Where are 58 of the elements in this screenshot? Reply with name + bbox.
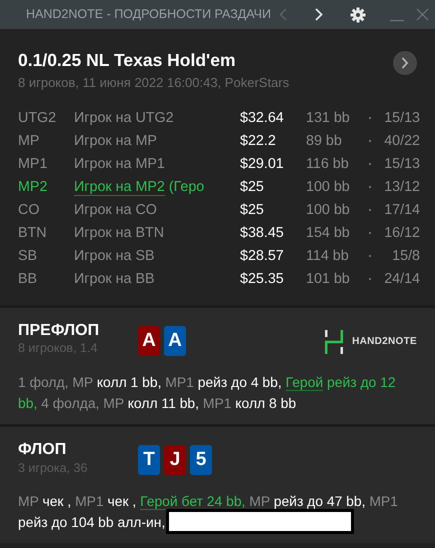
stack-bb: 100 bb <box>306 178 351 197</box>
stack-amount: $29.01 <box>240 154 285 174</box>
player-stats: 16/12 <box>383 224 420 243</box>
stack-bb: 116 bb <box>306 154 350 174</box>
player-stats: 15/13 <box>383 154 420 174</box>
street-name: ПРЕФЛОП <box>18 322 100 340</box>
player-name[interactable]: Игрок на CO <box>74 202 157 218</box>
position-label: SB <box>18 246 38 266</box>
chevron-right-icon <box>401 57 409 69</box>
player-name[interactable]: Игрок на MP2 <box>74 178 165 196</box>
position-label: MP2 <box>18 178 48 197</box>
stack-bb: 100 bb <box>306 200 351 220</box>
settings-icon[interactable] <box>350 6 366 22</box>
next-hand-button[interactable] <box>393 51 417 75</box>
stack-amount: $25 <box>240 178 265 197</box>
stack-amount: $25.35 <box>240 270 285 289</box>
action-log: MP чек , MP1 чек , Герой бет 24 bb, MP рейз до 47 bb, MP1 рейз до 104 bb алл-ин, <box>18 492 399 534</box>
playing-card: A <box>164 326 186 356</box>
player-name[interactable]: Игрок на BB <box>74 270 155 287</box>
position-label: UTG2 <box>18 108 58 128</box>
player-name[interactable]: Игрок на BTN <box>74 224 164 241</box>
player-note: (Геро <box>168 178 204 195</box>
window-title: HAND2NOTE - ПОДРОБНОСТИ РАЗДАЧИ <box>26 6 271 24</box>
player-stats: 15/8 <box>391 246 420 266</box>
stack-amount: $38.45 <box>240 224 285 243</box>
stack-bb: 89 bb <box>306 132 343 151</box>
logo-text: HAND2NOTE <box>352 335 417 350</box>
position-label: BTN <box>18 224 48 243</box>
player-stats: 15/13 <box>383 108 420 128</box>
playing-card: A <box>138 326 160 356</box>
playing-card: J <box>164 445 186 476</box>
playing-card: 5 <box>190 445 212 476</box>
stack-bb: 131 bb <box>306 108 351 128</box>
hand-title: 0.1/0.25 NL Texas Hold'em <box>18 49 237 72</box>
player-stats: 17/14 <box>383 200 420 220</box>
player-stats: 24/14 <box>383 270 420 289</box>
playing-card: T <box>138 445 160 476</box>
player-stats: 40/22 <box>383 132 420 151</box>
position-label: MP <box>18 132 40 151</box>
stack-amount: $25 <box>240 200 265 220</box>
stack-bb: 154 bb <box>306 224 351 243</box>
position-label: CO <box>18 200 40 220</box>
stack-bb: 101 bb <box>306 270 351 289</box>
position-label: MP1 <box>18 154 48 174</box>
stack-amount: $28.57 <box>240 246 285 266</box>
player-name[interactable]: Игрок на MP1 <box>74 156 165 172</box>
player-stats: 13/12 <box>383 178 420 197</box>
stack-bb: 114 bb <box>306 246 350 266</box>
street-name: ФЛОП <box>18 441 68 459</box>
stack-amount: $32.64 <box>240 108 285 128</box>
action-log: 1 фолд, MP колл 1 bb, MP1 рейз до 4 bb, Герой рейз до 12 bb, 4 фолда, MP колл 11 bb, MP1 колл 8 bb <box>18 373 397 414</box>
player-name[interactable]: Игрок на MP <box>74 132 157 149</box>
player-name[interactable]: Игрок на UTG2 <box>74 110 174 126</box>
position-label: BB <box>18 270 38 289</box>
stack-amount: $22.2 <box>240 132 277 151</box>
player-name[interactable]: Игрок на SB <box>74 248 155 264</box>
logo-icon <box>324 330 344 354</box>
hand-subtitle: 8 игроков, 11 июня 2022 16:00:43, PokerStars <box>18 74 290 92</box>
